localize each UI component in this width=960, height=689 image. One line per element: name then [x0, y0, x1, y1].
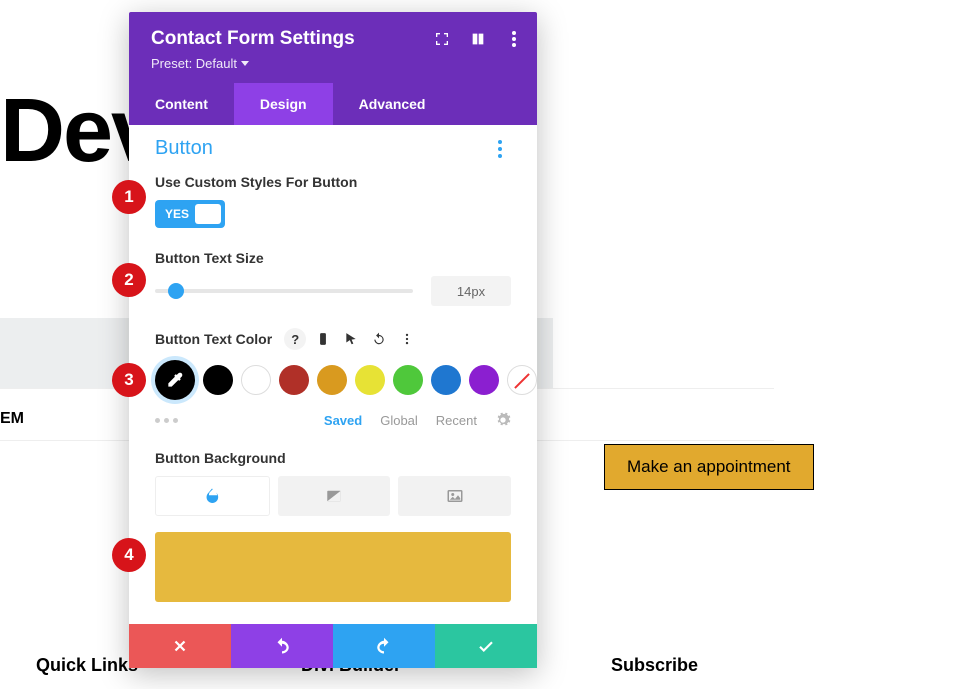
responsive-icon[interactable] — [312, 328, 334, 350]
annotation-badge-4: 4 — [112, 538, 146, 572]
palette-tab-recent[interactable]: Recent — [436, 413, 477, 428]
modal-header: Contact Form Settings Preset: Default — [129, 12, 537, 83]
tab-content[interactable]: Content — [129, 83, 234, 125]
help-icon[interactable]: ? — [284, 328, 306, 350]
modal-tabs: Content Design Advanced — [129, 83, 537, 125]
text-color-label: Button Text Color — [155, 331, 272, 347]
text-size-label: Button Text Size — [155, 250, 511, 266]
swatch-none[interactable] — [507, 365, 537, 395]
kebab-menu-icon[interactable] — [505, 30, 523, 48]
redo-button[interactable] — [333, 624, 435, 668]
bg-tab-gradient[interactable] — [278, 476, 391, 516]
palette-tab-global[interactable]: Global — [380, 413, 418, 428]
section-button-heading: Button — [155, 137, 213, 160]
swatch-white[interactable] — [241, 365, 271, 395]
bg-tab-image[interactable] — [398, 476, 511, 516]
section-kebab-icon[interactable] — [489, 140, 511, 158]
columns-icon[interactable] — [469, 30, 487, 48]
bg-tab-color[interactable] — [155, 476, 270, 516]
hover-icon[interactable] — [340, 328, 362, 350]
footer-heading-subscribe: Subscribe — [611, 655, 698, 676]
button-background-label: Button Background — [155, 450, 511, 466]
palette-tab-saved[interactable]: Saved — [324, 413, 362, 428]
swatch-blue[interactable] — [431, 365, 461, 395]
tab-advanced[interactable]: Advanced — [333, 83, 452, 125]
discard-button[interactable] — [129, 624, 231, 668]
make-appointment-button[interactable]: Make an appointment — [604, 444, 814, 490]
toggle-knob — [195, 204, 221, 224]
more-swatches-icon[interactable] — [155, 418, 178, 423]
swatch-purple[interactable] — [469, 365, 499, 395]
expand-icon[interactable] — [433, 30, 451, 48]
text-size-value[interactable]: 14px — [431, 276, 511, 306]
preset-dropdown[interactable]: Preset: Default — [151, 56, 249, 71]
gear-icon[interactable] — [495, 412, 511, 428]
undo-button[interactable] — [231, 624, 333, 668]
use-custom-styles-label: Use Custom Styles For Button — [155, 174, 511, 190]
eyedropper-swatch[interactable] — [155, 360, 195, 400]
tab-design[interactable]: Design — [234, 83, 333, 125]
annotation-badge-3: 3 — [112, 363, 146, 397]
annotation-badge-2: 2 — [112, 263, 146, 297]
swatch-green[interactable] — [393, 365, 423, 395]
swatch-orange[interactable] — [317, 365, 347, 395]
bg-color-preview[interactable] — [155, 532, 511, 602]
swatch-yellow[interactable] — [355, 365, 385, 395]
settings-modal: Contact Form Settings Preset: Default Co… — [129, 12, 537, 668]
partial-label: EM — [0, 410, 24, 428]
annotation-badge-1: 1 — [112, 180, 146, 214]
toggle-on-label: YES — [165, 207, 189, 221]
save-button[interactable] — [435, 624, 537, 668]
slider-thumb[interactable] — [168, 283, 184, 299]
chevron-down-icon — [241, 61, 249, 66]
reset-icon[interactable] — [368, 328, 390, 350]
preset-label: Preset: Default — [151, 56, 237, 71]
text-size-slider[interactable] — [155, 289, 413, 293]
swatch-black[interactable] — [203, 365, 233, 395]
use-custom-styles-toggle[interactable]: YES — [155, 200, 225, 228]
swatch-red[interactable] — [279, 365, 309, 395]
context-kebab-icon[interactable] — [396, 328, 418, 350]
